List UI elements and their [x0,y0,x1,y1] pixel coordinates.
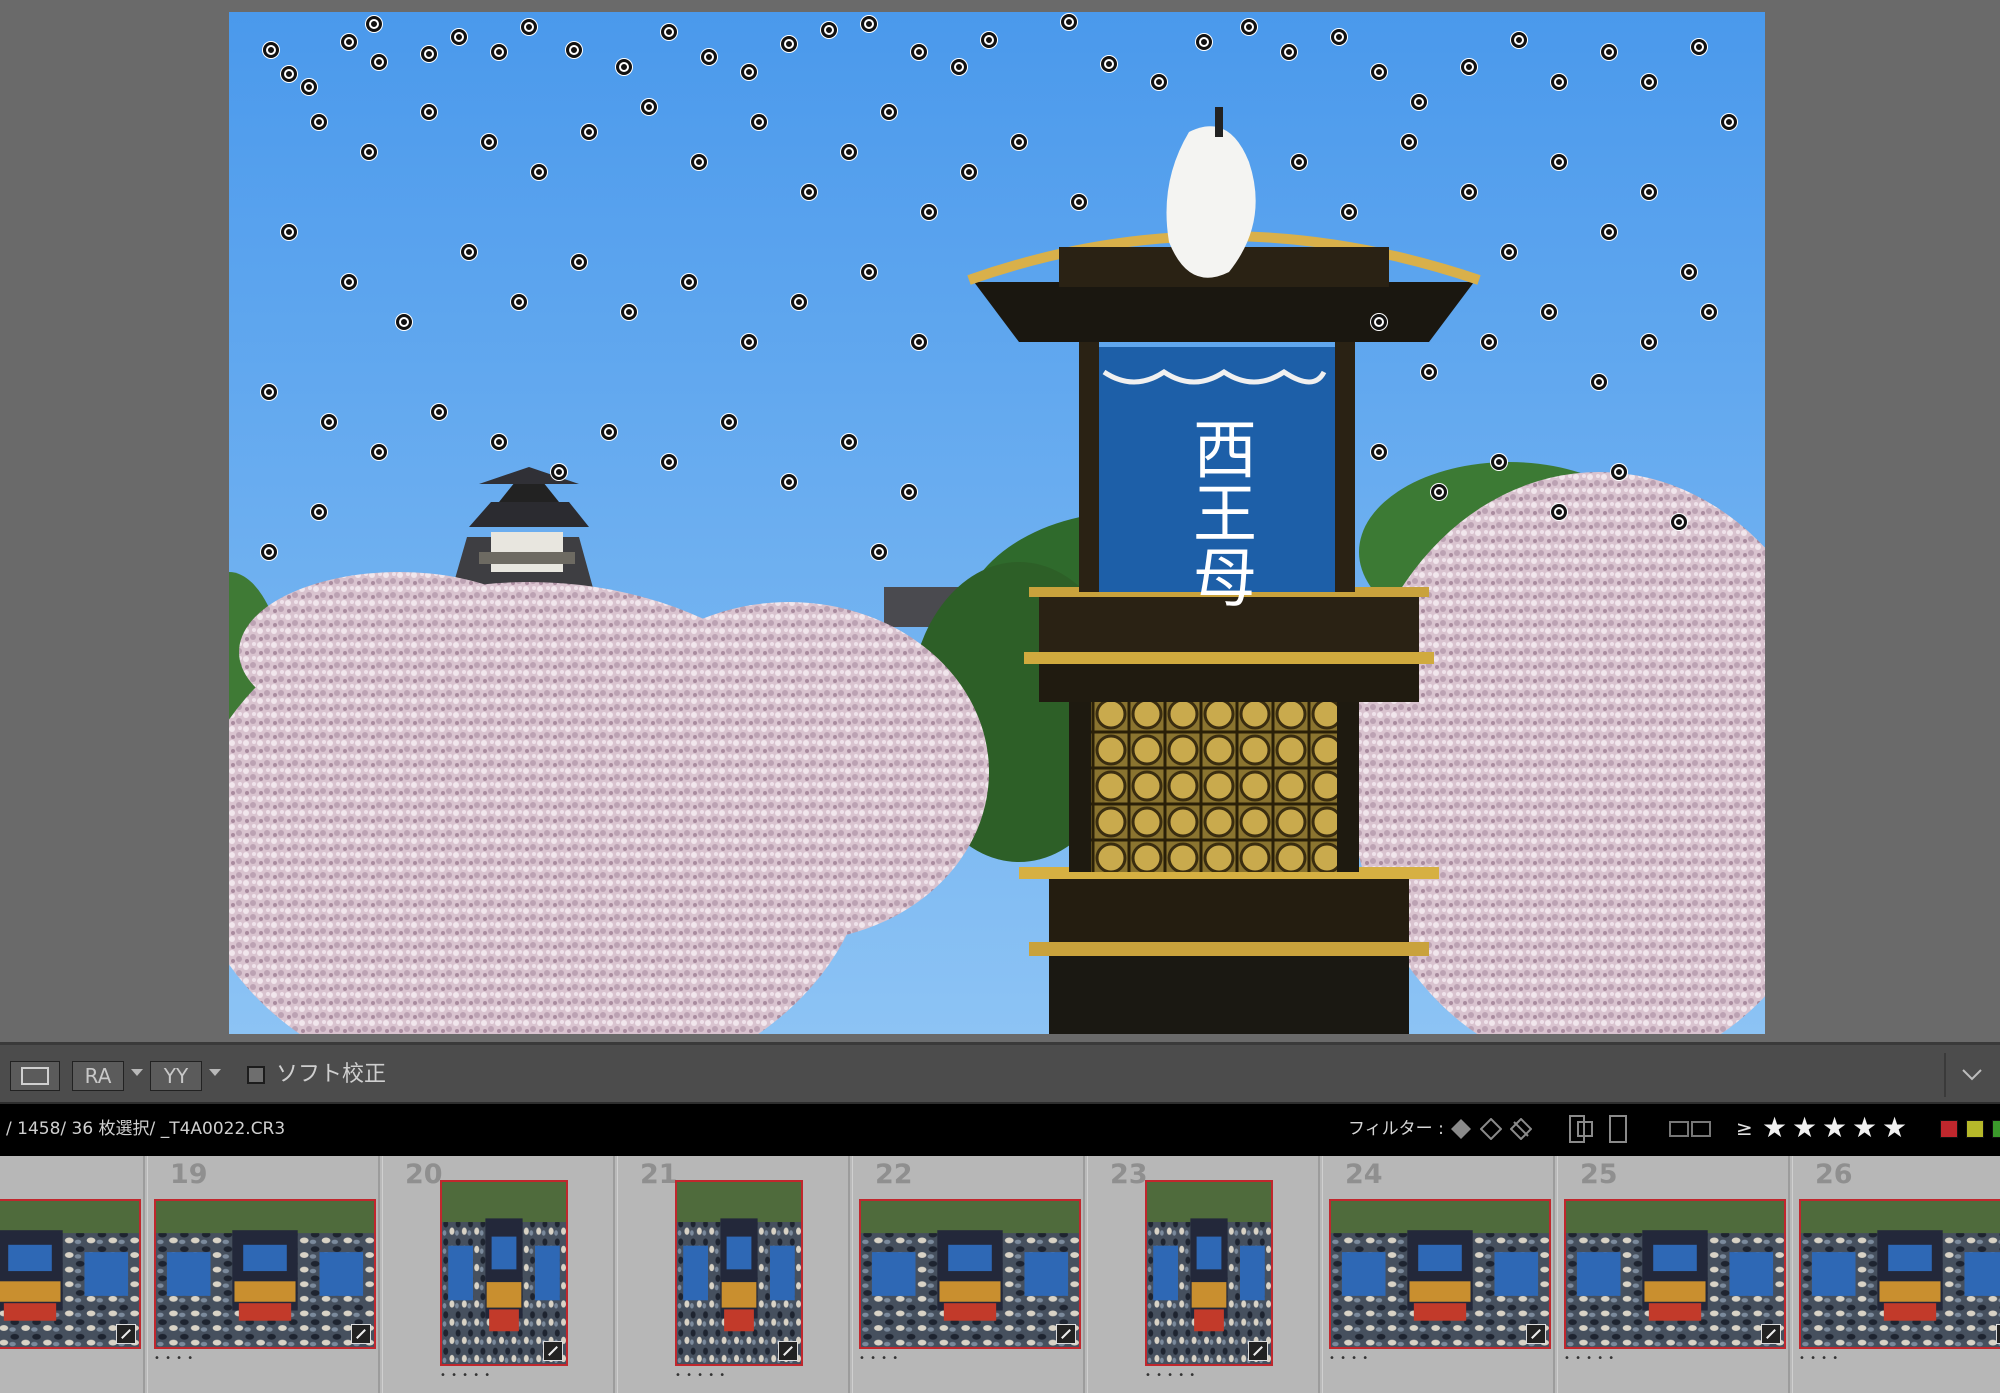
rating-dots[interactable]: • • • • [1799,1354,1839,1364]
thumbnail-image [1147,1182,1271,1364]
rating-dots[interactable]: • • • • [859,1354,899,1364]
color-label-green[interactable] [1992,1120,2000,1138]
before-after-swap-button[interactable]: YY [150,1061,202,1091]
thumbnail-image [1801,1201,2000,1347]
thumbnail[interactable] [154,1199,376,1349]
toolbar-divider [1944,1053,1946,1097]
thumbnail-image [1331,1201,1549,1347]
develop-adjusted-badge-icon [778,1341,798,1361]
rating-dots[interactable]: • • • • • [1564,1354,1615,1364]
flag-reject-icon[interactable] [1510,1118,1532,1140]
filmstrip-cell[interactable]: 20 • • • • • [382,1156,615,1393]
thumbnail-image [156,1201,374,1347]
thumbnail[interactable] [0,1199,141,1349]
rating-dots[interactable]: • • • • [154,1354,194,1364]
cell-index: 26 [1815,1159,1853,1190]
filmstrip-cell[interactable]: 25 • • • • • [1557,1156,1790,1393]
edited-filter-icon[interactable] [1668,1118,1712,1140]
rating-dots[interactable]: • • • • [1329,1354,1369,1364]
toolbar-menu-chevron-icon [1962,1069,1982,1081]
rating-dots[interactable]: • • • • • [1145,1371,1196,1381]
rating-dots[interactable]: • • • • • [675,1371,726,1381]
cell-index: 21 [640,1159,678,1190]
rating-dots[interactable]: • • • • • [440,1371,491,1381]
develop-adjusted-badge-icon [1761,1324,1781,1344]
rating-star-3[interactable]: ★ [1822,1112,1847,1144]
filmstrip-cell[interactable]: 24 • • • • [1322,1156,1555,1393]
rating-operator[interactable]: ≥ [1736,1115,1753,1141]
cell-index: 24 [1345,1159,1383,1190]
color-label-red[interactable] [1940,1120,1958,1138]
swap-menu-icon[interactable] [209,1069,221,1076]
filmstrip: 19 • • • • 20 • • • • • 21 • • • • • 22 • • • •… [0,1156,2000,1393]
cell-index: 23 [1110,1159,1148,1190]
thumbnail[interactable] [1329,1199,1551,1349]
virtual-copy-icon[interactable] [1568,1114,1594,1144]
thumbnail[interactable] [1564,1199,1786,1349]
toolbar: RA YY ソフト校正 [0,1042,2000,1104]
thumbnail[interactable] [675,1180,803,1366]
photo-canvas-area: 西王母 [0,0,2000,1042]
cell-index: 22 [875,1159,913,1190]
rating-star-1[interactable]: ★ [1762,1112,1787,1144]
filmstrip-cell[interactable]: 22 • • • • [852,1156,1085,1393]
main-photo[interactable]: 西王母 [229,12,1765,1034]
flag-unflagged-icon[interactable] [1480,1118,1502,1140]
filmstrip-cell[interactable]: 21 • • • • • [617,1156,850,1393]
thumbnail-image [1566,1201,1784,1347]
rating-star-5[interactable]: ★ [1882,1112,1907,1144]
softproof-label: ソフト校正 [276,1062,387,1087]
thumbnail[interactable] [859,1199,1081,1349]
thumbnail[interactable] [440,1180,568,1366]
softproof-checkbox[interactable] [247,1066,265,1084]
cell-index: 19 [170,1159,208,1190]
develop-adjusted-badge-icon [116,1324,136,1344]
thumbnail-image [677,1182,801,1364]
loupe-view-button[interactable] [10,1061,60,1091]
filmstrip-cell[interactable]: 23 • • • • • [1087,1156,1320,1393]
develop-adjusted-badge-icon [351,1324,371,1344]
thumbnail[interactable] [1145,1180,1273,1366]
rating-star-4[interactable]: ★ [1852,1112,1877,1144]
filmstrip-header: / 1458/ 36 枚選択/ _T4A0022.CR3 フィルター : ≥ ★… [0,1104,2000,1156]
swap-label: YY [163,1064,189,1088]
photo-scene: 西王母 [229,12,1765,1034]
flag-pick-icon[interactable] [1450,1118,1472,1140]
filter-label: フィルター : [1348,1119,1444,1139]
develop-adjusted-badge-icon [1056,1324,1076,1344]
rating-star-2[interactable]: ★ [1792,1112,1817,1144]
banner-kanji: 西王母 [1182,416,1256,608]
develop-adjusted-badge-icon [543,1341,563,1361]
cell-index: 25 [1580,1159,1618,1190]
toolbar-menu-button[interactable] [1960,1065,1984,1089]
file-path[interactable]: / 1458/ 36 枚選択/ _T4A0022.CR3 [6,1117,285,1141]
thumbnail[interactable] [1799,1199,2000,1349]
filmstrip-cell[interactable] [0,1156,145,1393]
thumbnail-image [861,1201,1079,1347]
loupe-view-icon [21,1067,49,1085]
master-photo-icon[interactable] [1608,1114,1630,1144]
develop-adjusted-badge-icon [1526,1324,1546,1344]
before-after-menu-icon[interactable] [131,1069,143,1076]
before-after-button[interactable]: RA [72,1061,124,1091]
filmstrip-cell[interactable]: 26 • • • • [1792,1156,2000,1393]
thumbnail-image [442,1182,566,1364]
develop-adjusted-badge-icon [1996,1324,2000,1344]
filmstrip-cell[interactable]: 19 • • • • [147,1156,380,1393]
cell-index: 20 [405,1159,443,1190]
color-label-yellow[interactable] [1966,1120,1984,1138]
develop-adjusted-badge-icon [1248,1341,1268,1361]
before-after-label: RA [84,1064,112,1088]
